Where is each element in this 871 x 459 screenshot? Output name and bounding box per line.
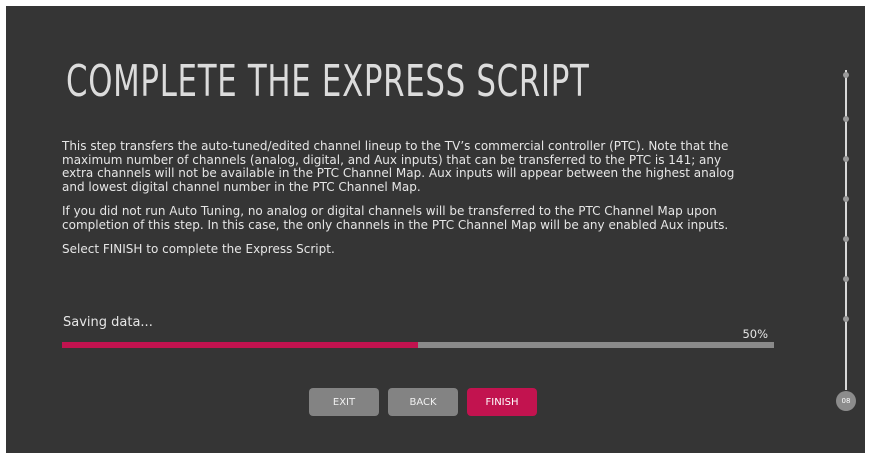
progress-bar-fill: [62, 342, 418, 348]
finish-button[interactable]: FINISH: [467, 388, 537, 416]
description-paragraph: This step transfers the auto-tuned/edite…: [62, 139, 735, 194]
button-row: EXIT BACK FINISH: [309, 388, 537, 416]
description-paragraph: Select FINISH to complete the Express Sc…: [62, 242, 335, 256]
progress-status: Saving data...: [63, 315, 153, 330]
back-button[interactable]: BACK: [388, 388, 458, 416]
step-dot: [843, 316, 849, 322]
step-dot: [843, 116, 849, 122]
step-dot: [843, 156, 849, 162]
description: This step transfers the auto-tuned/edite…: [62, 139, 752, 268]
current-step-badge: 08: [836, 391, 856, 411]
step-dot: [843, 276, 849, 282]
progress-bar: [62, 342, 774, 348]
exit-button[interactable]: EXIT: [309, 388, 379, 416]
step-dot: [843, 236, 849, 242]
step-dot: [843, 72, 849, 78]
description-paragraph: If you did not run Auto Tuning, no analo…: [62, 204, 729, 232]
page-title: COMPLETE THE EXPRESS SCRIPT: [66, 56, 590, 107]
express-script-screen: COMPLETE THE EXPRESS SCRIPT This step tr…: [6, 6, 865, 453]
step-dot: [843, 196, 849, 202]
progress-percent: 50%: [742, 327, 768, 341]
step-indicator: 08: [834, 68, 858, 411]
